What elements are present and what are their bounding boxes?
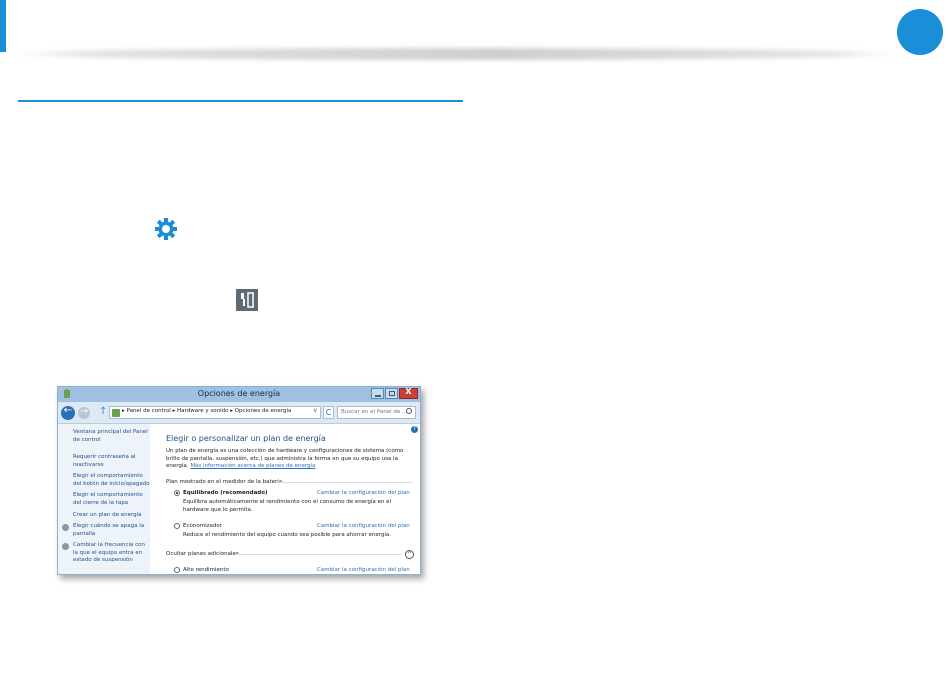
back-button[interactable]: ← bbox=[61, 405, 75, 420]
sidebar-item-control-panel-home[interactable]: Ventana principal del Panel de control bbox=[73, 429, 151, 444]
page: Opciones de energía X ← → ↑ ▸ Panel de c… bbox=[0, 0, 950, 674]
up-button[interactable]: ↑ bbox=[99, 406, 107, 417]
address-dropdown-icon[interactable]: v bbox=[313, 407, 317, 414]
power-options-window: Opciones de energía X ← → ↑ ▸ Panel de c… bbox=[57, 386, 421, 575]
plan-settings-link-economizer[interactable]: Cambiar la configuración del plan bbox=[317, 523, 410, 529]
group-label-hidden-plans: Ocultar planes adicionales bbox=[166, 551, 239, 557]
forward-button[interactable]: → bbox=[78, 406, 90, 419]
display-icon bbox=[62, 524, 69, 531]
page-description: Un plan de energía es una colección de h… bbox=[166, 448, 406, 471]
help-icon[interactable]: ? bbox=[411, 426, 418, 433]
refresh-button[interactable]: C bbox=[323, 406, 334, 419]
plan-name-balanced: Equilibrado (recomendado) bbox=[183, 490, 268, 496]
plan-settings-link-balanced[interactable]: Cambiar la configuración del plan bbox=[317, 490, 410, 496]
sidebar-item-lid-close[interactable]: Elegir el comportamiento del cierre de l… bbox=[73, 492, 151, 507]
collapse-chevron-icon[interactable]: ^ bbox=[405, 550, 414, 559]
more-info-link[interactable]: Más información acerca de planes de ener… bbox=[190, 463, 315, 469]
breadcrumb: ▸ Panel de control ▸ Hardware y sonido ▸… bbox=[122, 408, 292, 414]
maximize-icon bbox=[389, 391, 395, 396]
moon-icon bbox=[62, 543, 69, 550]
sidebar-item-create-plan[interactable]: Crear un plan de energía bbox=[73, 512, 151, 520]
plan-description-balanced: Equilibra automáticamente el rendimiento… bbox=[183, 499, 392, 513]
sidebar-item-sleep[interactable]: Cambiar la frecuencia con la que el equi… bbox=[73, 542, 151, 565]
search-icon bbox=[406, 408, 412, 414]
close-icon: X bbox=[405, 387, 412, 396]
window-title: Opciones de energía bbox=[197, 389, 281, 398]
plan-radio-balanced[interactable] bbox=[174, 490, 180, 496]
search-placeholder: Buscar en el Panel de ... bbox=[341, 409, 408, 415]
group-label-battery: Plan mostrado en el medidor de la baterí… bbox=[166, 479, 283, 485]
title-bar[interactable]: Opciones de energía X bbox=[58, 387, 420, 402]
plan-radio-economizer[interactable] bbox=[174, 523, 180, 529]
navigation-bar: ← → ↑ ▸ Panel de control ▸ Hardware y so… bbox=[58, 402, 420, 424]
close-button[interactable]: X bbox=[399, 387, 418, 399]
main-panel: ? Elegir o personalizar un plan de energ… bbox=[150, 424, 420, 574]
sidebar-item-require-password[interactable]: Requerir contraseña al reactivarse bbox=[73, 454, 151, 469]
plan-radio-high-performance[interactable] bbox=[174, 567, 180, 573]
page-title: Elegir o personalizar un plan de energía bbox=[166, 434, 326, 443]
address-bar[interactable]: ▸ Panel de control ▸ Hardware y sonido ▸… bbox=[109, 406, 321, 419]
plan-description-economizer: Reduce el rendimiento del equipo cuando … bbox=[183, 532, 392, 538]
sidebar-item-display-off[interactable]: Elegir cuándo se apaga la pantalla bbox=[73, 523, 151, 538]
sidebar: Ventana principal del Panel de control R… bbox=[58, 424, 151, 574]
header-page-badge bbox=[897, 9, 943, 55]
sidebar-item-power-button[interactable]: Elegir el comportamiento del botón de in… bbox=[73, 473, 151, 488]
gear-icon bbox=[155, 218, 177, 240]
header-shadow bbox=[8, 48, 903, 60]
power-plug-icon bbox=[236, 289, 258, 311]
plan-name-high-performance: Alto rendimiento bbox=[183, 567, 229, 573]
section-divider bbox=[18, 100, 463, 102]
control-panel-icon bbox=[112, 409, 120, 417]
minimize-button[interactable] bbox=[371, 388, 384, 399]
forward-arrow-icon: → bbox=[79, 406, 89, 417]
header-accent-bar bbox=[0, 0, 6, 52]
maximize-button[interactable] bbox=[385, 388, 398, 399]
search-input[interactable]: Buscar en el Panel de ... bbox=[337, 406, 416, 419]
plan-settings-link-high-performance[interactable]: Cambiar la configuración del plan bbox=[317, 567, 410, 573]
plan-name-economizer: Economizador bbox=[183, 523, 222, 529]
back-arrow-icon: ← bbox=[63, 405, 73, 416]
group-divider bbox=[276, 482, 412, 483]
group-divider-hidden bbox=[236, 554, 402, 555]
minimize-icon bbox=[375, 395, 381, 397]
